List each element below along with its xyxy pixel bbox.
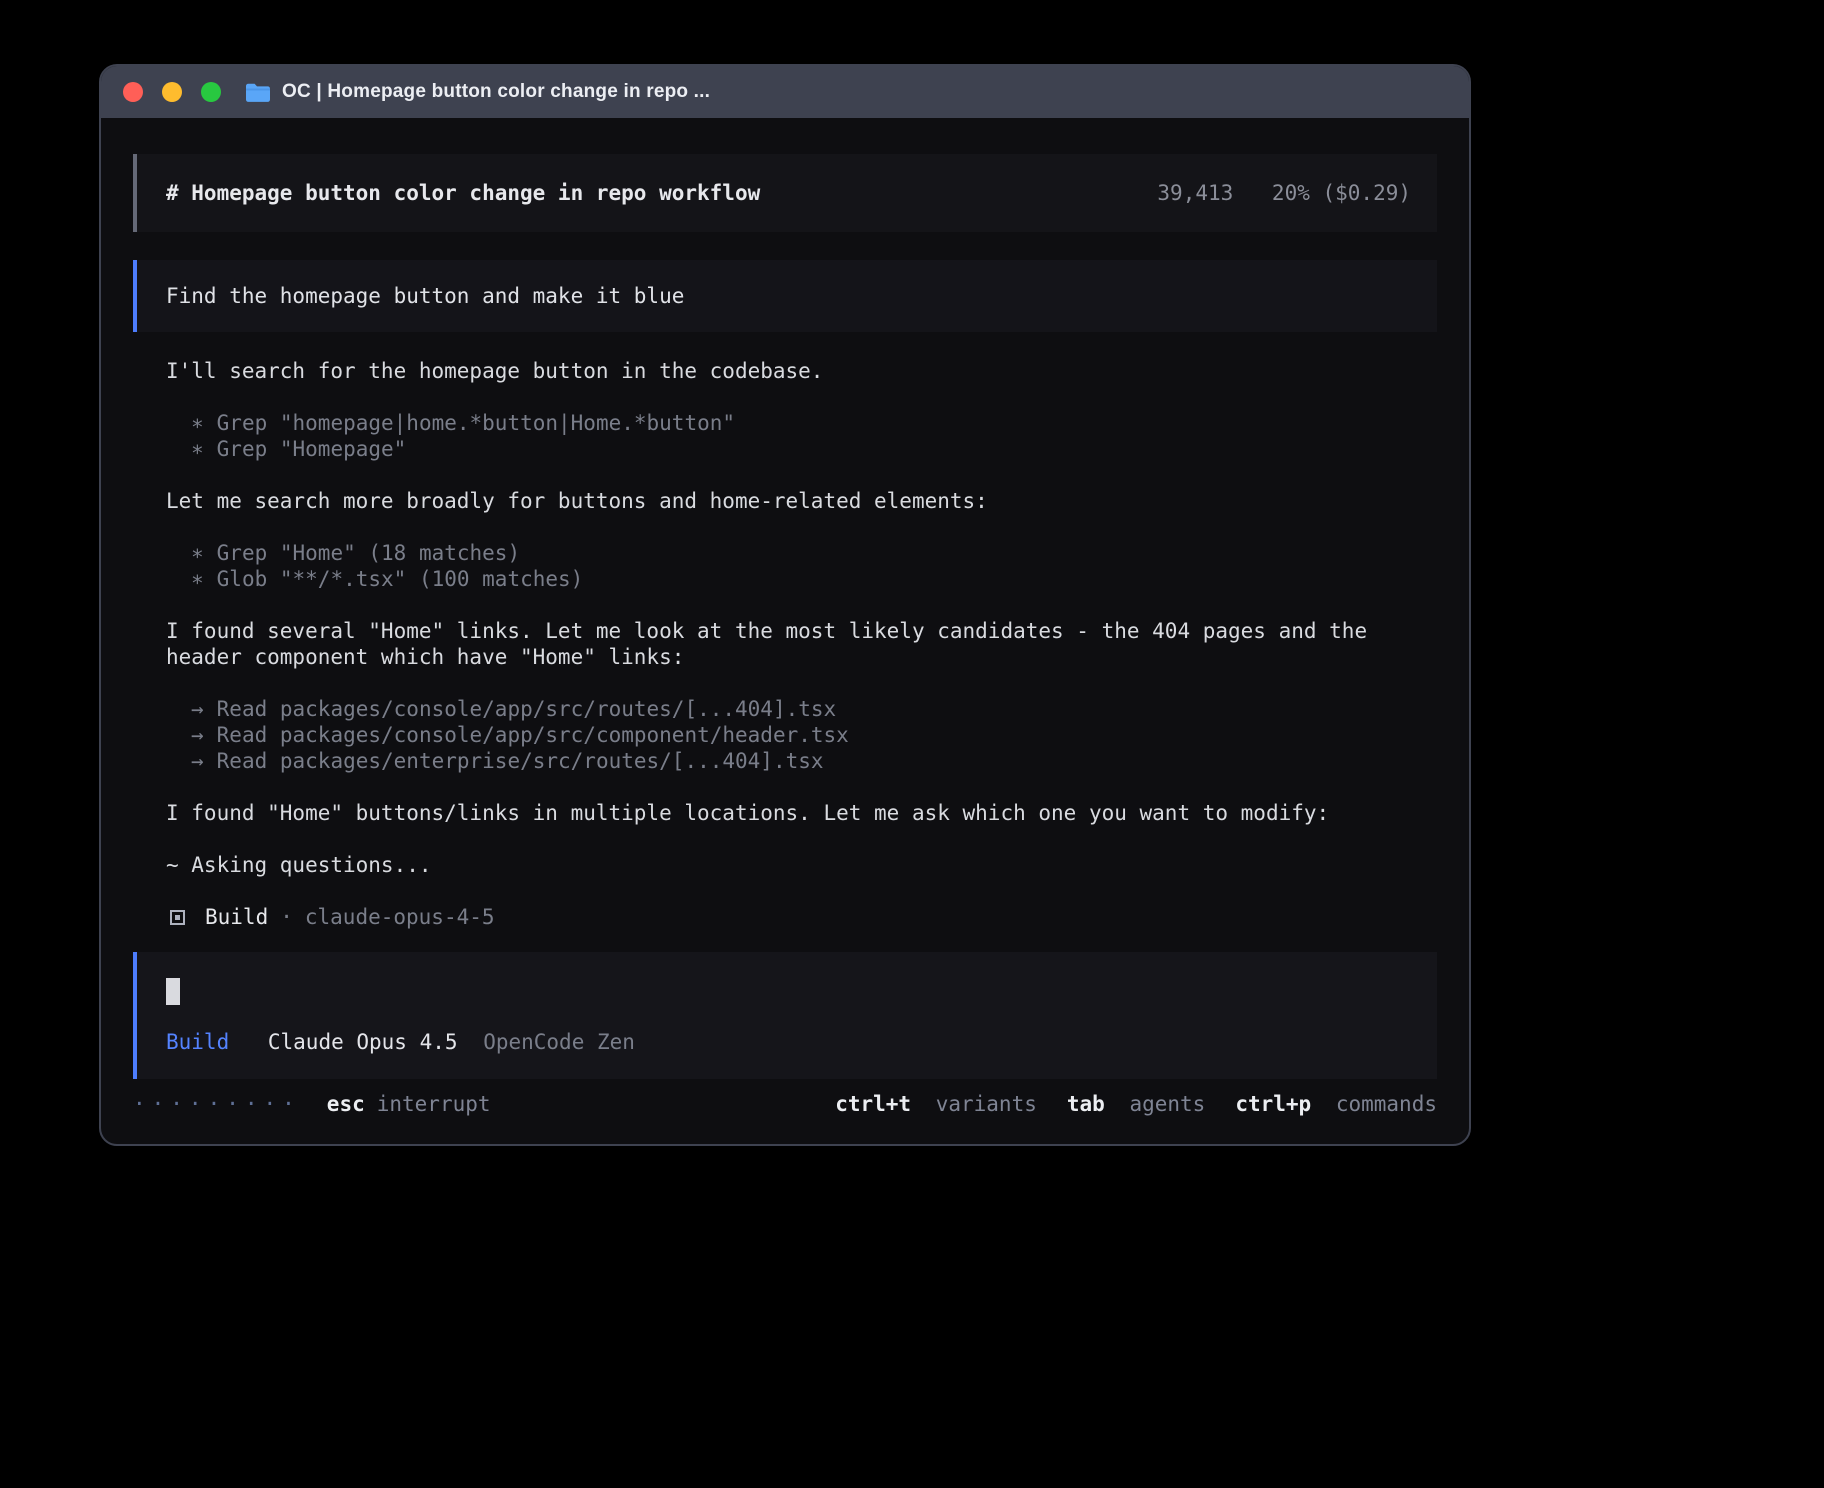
arrow-right-icon: →	[191, 696, 204, 722]
agent-icon	[170, 910, 185, 925]
tool-call: → Read packages/enterprise/src/routes/[..…	[191, 748, 1437, 774]
provider-name: OpenCode Zen	[483, 1030, 635, 1054]
tool-call: ∗ Glob "**/*.tsx" (100 matches)	[191, 566, 1437, 592]
text-cursor	[166, 978, 180, 1005]
tool-call-text: Glob "**/*.tsx" (100 matches)	[217, 567, 584, 591]
user-message: Find the homepage button and make it blu…	[133, 260, 1437, 332]
tool-call: → Read packages/console/app/src/component…	[191, 722, 1437, 748]
tool-call-group: → Read packages/console/app/src/routes/[.…	[166, 696, 1437, 774]
asterisk-icon: ∗	[191, 410, 204, 436]
session-stats: 39,413 20% ($0.29)	[1157, 180, 1411, 206]
shortcut-key: ctrl+t	[835, 1092, 911, 1116]
user-message-text: Find the homepage button and make it blu…	[166, 283, 684, 309]
tool-call-text: Grep "homepage|home.*button|Home.*button…	[217, 411, 735, 435]
tool-call-text: Read packages/console/app/src/component/…	[217, 723, 849, 747]
shortcut-label: agents	[1129, 1092, 1205, 1116]
status-bar-right: ctrl+t variants tab agents ctrl+p comman…	[835, 1091, 1437, 1117]
assistant-paragraph: I found several "Home" links. Let me loo…	[166, 618, 1437, 670]
arrow-right-icon: →	[191, 748, 204, 774]
asterisk-icon: ∗	[191, 566, 204, 592]
shortcut-variants: ctrl+t variants	[835, 1091, 1037, 1117]
close-button[interactable]	[123, 82, 143, 102]
model-name: Claude Opus 4.5	[268, 1030, 458, 1054]
window-title: OC | Homepage button color change in rep…	[282, 81, 710, 103]
tool-call-group: ∗ Grep "Home" (18 matches) ∗ Glob "**/*.ts…	[166, 540, 1437, 592]
tool-call: ∗ Grep "Homepage"	[191, 436, 1437, 462]
shortcut-label: variants	[936, 1092, 1037, 1116]
tool-call: ∗ Grep "homepage|home.*button|Home.*butto…	[191, 410, 1437, 436]
token-count: 39,413	[1157, 181, 1233, 205]
tool-call-text: Grep "Home" (18 matches)	[217, 541, 520, 565]
tool-call-text: Grep "Homepage"	[217, 437, 407, 461]
mode-badge[interactable]: Build	[166, 1030, 229, 1054]
spinner-dots: ·········	[133, 1091, 301, 1117]
assistant-paragraph: I'll search for the homepage button in t…	[166, 358, 1437, 384]
status-bar: ········· esc interrupt ctrl+t variants …	[133, 1089, 1437, 1119]
agent-model: claude-opus-4-5	[305, 904, 495, 930]
traffic-lights	[123, 82, 221, 102]
terminal-window: OC | Homepage button color change in rep…	[99, 64, 1471, 1146]
working-status: ~ Asking questions...	[166, 852, 1437, 878]
agent-name: Build	[205, 904, 268, 930]
session-header: # Homepage button color change in repo w…	[133, 154, 1437, 232]
arrow-right-icon: →	[191, 722, 204, 748]
tool-call: ∗ Grep "Home" (18 matches)	[191, 540, 1437, 566]
shortcut-agents: tab agents	[1067, 1091, 1205, 1117]
esc-key-hint: esc	[327, 1091, 365, 1117]
shortcut-key: tab	[1067, 1092, 1105, 1116]
interrupt-hint: interrupt	[377, 1091, 491, 1117]
assistant-paragraph: I found "Home" buttons/links in multiple…	[166, 800, 1437, 826]
folder-icon	[245, 82, 271, 103]
tool-call-group: ∗ Grep "homepage|home.*button|Home.*butto…	[166, 410, 1437, 462]
transcript: I'll search for the homepage button in t…	[133, 358, 1437, 930]
session-title: # Homepage button color change in repo w…	[166, 180, 760, 206]
asterisk-icon: ∗	[191, 436, 204, 462]
shortcut-key: ctrl+p	[1235, 1092, 1311, 1116]
context-usage: 20% ($0.29)	[1272, 181, 1411, 205]
separator-dot: ·	[280, 904, 293, 930]
status-bar-left: ········· esc interrupt	[133, 1091, 491, 1117]
shortcut-commands: ctrl+p commands	[1235, 1091, 1437, 1117]
tool-call-text: Read packages/enterprise/src/routes/[...…	[217, 749, 824, 773]
prompt-input[interactable]: Build Claude Opus 4.5 OpenCode Zen	[133, 952, 1437, 1079]
minimize-button[interactable]	[162, 82, 182, 102]
tool-call: → Read packages/console/app/src/routes/[.…	[191, 696, 1437, 722]
zoom-button[interactable]	[201, 82, 221, 102]
input-mode-line: Build Claude Opus 4.5 OpenCode Zen	[166, 1029, 1413, 1055]
asterisk-icon: ∗	[191, 540, 204, 566]
shortcut-label: commands	[1336, 1092, 1437, 1116]
terminal-content: # Homepage button color change in repo w…	[101, 118, 1469, 1119]
titlebar[interactable]: OC | Homepage button color change in rep…	[101, 66, 1469, 118]
tool-call-text: Read packages/console/app/src/routes/[..…	[217, 697, 837, 721]
agent-line: Build · claude-opus-4-5	[166, 904, 1437, 930]
assistant-paragraph: Let me search more broadly for buttons a…	[166, 488, 1437, 514]
